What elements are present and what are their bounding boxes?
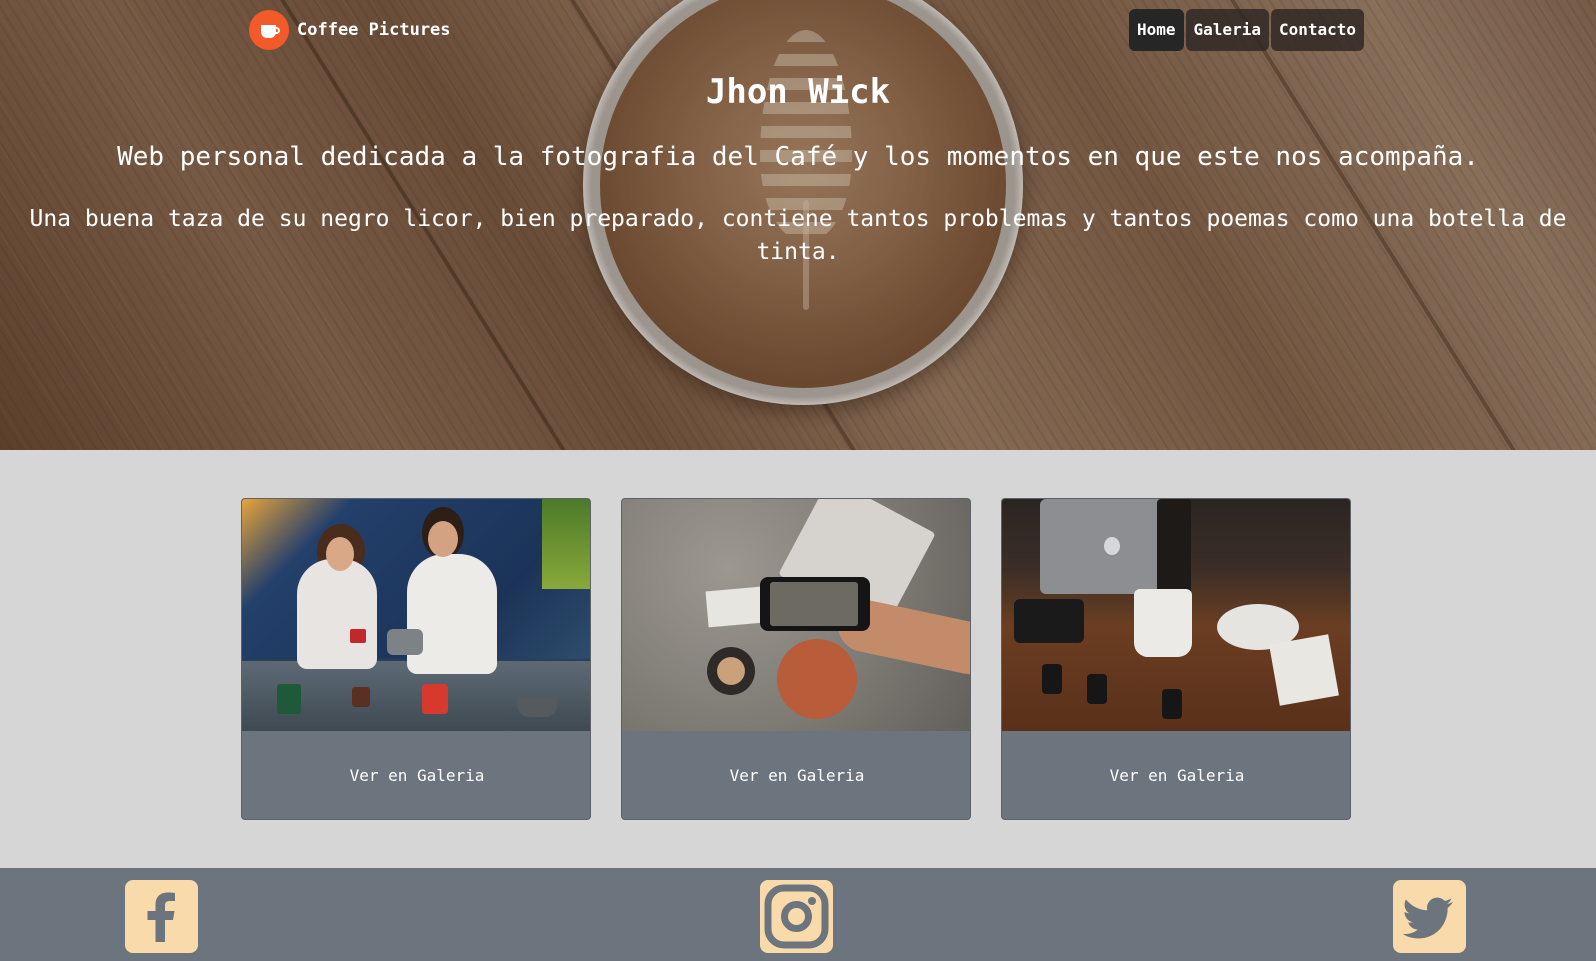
ver-en-galeria-button[interactable]: Ver en Galeria (622, 731, 970, 819)
hero-banner: Coffee Pictures Home Galeria Contacto Jh… (0, 0, 1596, 450)
gallery-card: Ver en Galeria (621, 498, 971, 820)
twitter-icon[interactable] (1393, 880, 1466, 953)
desk-coffee-photo (1002, 499, 1350, 731)
gallery-card: Ver en Galeria (1001, 498, 1351, 820)
coffee-cup-logo-icon (249, 10, 289, 50)
ver-en-galeria-button[interactable]: Ver en Galeria (242, 731, 590, 819)
brand[interactable]: Coffee Pictures (249, 10, 451, 50)
nav-home[interactable]: Home (1129, 9, 1184, 51)
camping-coffee-photo (242, 499, 590, 731)
nav-contacto[interactable]: Contacto (1270, 9, 1365, 51)
instagram-icon[interactable] (760, 880, 833, 953)
footer (0, 868, 1596, 961)
ver-en-galeria-button[interactable]: Ver en Galeria (1002, 731, 1350, 819)
phone-coffee-photo (622, 499, 970, 731)
hero-subtitle: Web personal dedicada a la fotografia de… (117, 142, 1479, 172)
gallery-card: Ver en Galeria (241, 498, 591, 820)
main-nav: Home Galeria Contacto (1129, 9, 1365, 51)
hero-title: Jhon Wick (705, 72, 891, 112)
brand-name: Coffee Pictures (297, 20, 451, 40)
nav-galeria[interactable]: Galeria (1185, 9, 1269, 51)
facebook-icon[interactable] (125, 880, 198, 953)
hero-quote: Una buena taza de su negro licor, bien p… (29, 206, 1567, 265)
